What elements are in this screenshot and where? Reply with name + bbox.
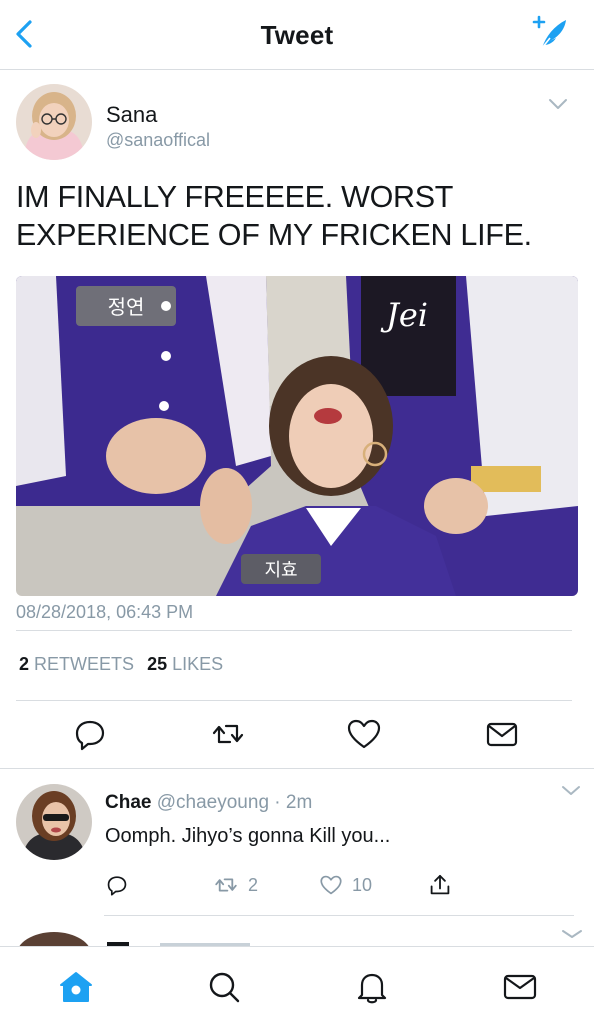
tweet-timestamp: 08/28/2018, 06:43 PM	[16, 602, 194, 622]
notifications-icon	[357, 973, 387, 1004]
svg-text:Jei: Jei	[380, 296, 428, 334]
page-title: Tweet	[260, 20, 334, 50]
partial-reply-tweet[interactable]	[0, 918, 594, 948]
top-nav-bar: Tweet	[0, 0, 594, 70]
author-avatar[interactable]	[16, 84, 92, 160]
tweet-media-image[interactable]: 정연 Jei 지효	[16, 276, 578, 596]
media-label-center: 지효	[264, 560, 297, 581]
tweet-stats: 2 RETWEETS 25 LIKES	[19, 654, 231, 675]
reply-text: Oomph. Jihyo’s gonna Kill you...	[105, 825, 391, 847]
share-icon	[430, 874, 450, 895]
bottom-tab-bar	[0, 946, 594, 1024]
reply-avatar-image	[16, 784, 92, 860]
reply-like-button[interactable]: 10	[318, 870, 372, 900]
author-handle[interactable]: @sanaoffical	[106, 130, 210, 151]
reply-reply-button[interactable]	[104, 870, 130, 900]
reply-button[interactable]	[70, 714, 110, 754]
reply-avatar[interactable]	[16, 784, 92, 860]
compose-tweet-button[interactable]	[528, 14, 572, 54]
reply-options-button[interactable]	[560, 782, 582, 800]
reply-time: 2m	[285, 792, 313, 813]
tweet-text: IM FINALLY FREEEEE. WORST EXPERIENCE OF …	[16, 180, 532, 252]
reply-tweet[interactable]: Chae @chaeyoung · 2m Oomph. Jihyo’s gonn…	[0, 770, 594, 915]
reply-retweet-button[interactable]: 2	[212, 870, 258, 900]
tab-home[interactable]	[56, 967, 96, 1007]
heart-icon	[347, 719, 381, 749]
reply-author-handle[interactable]: @chaeyoung	[157, 792, 269, 813]
share-dm-button[interactable]	[482, 714, 522, 754]
reply-author-name[interactable]: Chae	[105, 792, 151, 813]
author-avatar-image	[16, 84, 92, 160]
heart-icon	[320, 875, 342, 895]
reply-header: Chae @chaeyoung · 2m	[105, 792, 312, 814]
reply-share-button[interactable]	[426, 870, 454, 900]
messages-icon	[503, 974, 537, 1000]
retweets-label: RETWEETS	[34, 654, 135, 674]
tab-messages[interactable]	[500, 967, 540, 1007]
retweets-count: 2	[19, 654, 30, 674]
chevron-down-icon	[549, 99, 567, 109]
tab-notifications[interactable]	[352, 967, 392, 1007]
likes-count: 25	[147, 654, 168, 674]
reply-icon	[75, 720, 105, 751]
likes-label: LIKES	[172, 654, 224, 674]
compose-tweet-icon	[532, 15, 566, 49]
likes-stat[interactable]: 25 LIKES	[147, 654, 223, 674]
tweet-author: Sana @sanaoffical	[16, 84, 576, 164]
envelope-icon	[486, 722, 518, 747]
tab-search[interactable]	[204, 967, 244, 1007]
reply-separator: ·	[274, 792, 281, 813]
divider	[16, 700, 572, 701]
media-label-left: 정연	[108, 295, 145, 319]
tweet-options-button[interactable]	[546, 92, 570, 116]
search-icon	[209, 972, 240, 1003]
like-button[interactable]	[344, 714, 384, 754]
reply-like-count: 10	[352, 874, 373, 895]
media-photo: 정연 Jei 지효	[16, 276, 578, 596]
author-name[interactable]: Sana	[106, 102, 157, 128]
home-icon	[60, 972, 92, 1002]
retweets-stat[interactable]: 2 RETWEETS	[19, 654, 134, 674]
partial-reply-preview	[18, 930, 582, 948]
retweet-icon	[215, 878, 237, 892]
retweet-button[interactable]	[208, 714, 248, 754]
chevron-down-icon	[562, 786, 580, 795]
divider	[104, 915, 574, 916]
divider	[16, 630, 572, 631]
divider	[0, 768, 594, 769]
reply-icon	[107, 876, 127, 896]
retweet-icon	[212, 724, 244, 744]
reply-retweet-count: 2	[248, 874, 259, 895]
